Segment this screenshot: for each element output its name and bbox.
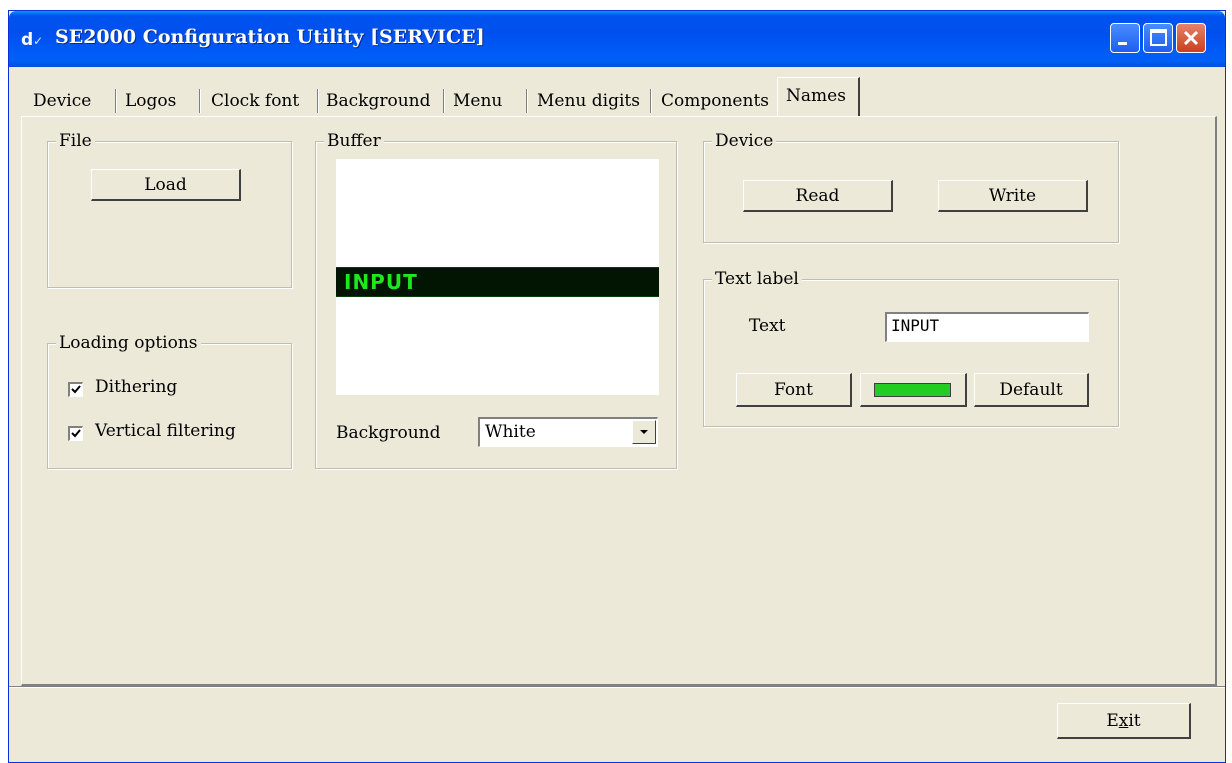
chevron-down-icon xyxy=(640,430,648,434)
close-icon xyxy=(1183,30,1199,46)
app-icon-letter: d xyxy=(21,30,34,50)
tab-strip: Device Logos Clock font Background Menu … xyxy=(23,75,1213,119)
buffer-group-label: Buffer xyxy=(324,131,384,151)
dithering-label[interactable]: Dithering xyxy=(95,377,177,397)
read-button[interactable]: Read xyxy=(743,180,893,212)
loading-options-label: Loading options xyxy=(56,333,201,353)
tab-separator xyxy=(199,89,201,113)
write-button[interactable]: Write xyxy=(938,180,1088,212)
vertical-filtering-checkbox[interactable] xyxy=(68,426,83,441)
minimize-icon xyxy=(1118,42,1127,45)
exit-button-prefix: E xyxy=(1106,710,1119,731)
checkmark-icon xyxy=(71,385,81,394)
footer-separator xyxy=(9,686,1225,688)
window-title: SE2000 Configuration Utility [SERVICE] xyxy=(55,26,485,48)
tab-logos[interactable]: Logos xyxy=(119,86,182,116)
tab-separator xyxy=(443,89,445,113)
text-label-group-label: Text label xyxy=(712,269,802,289)
load-button[interactable]: Load xyxy=(91,169,241,201)
background-label: Background xyxy=(336,423,441,443)
text-field-label: Text xyxy=(749,316,786,336)
buffer-preview: INPUT xyxy=(336,159,659,395)
app-icon-tick: ✓ xyxy=(33,34,44,48)
font-button[interactable]: Font xyxy=(736,373,852,407)
tab-names[interactable]: Names xyxy=(777,77,860,117)
exit-button[interactable]: Ex it xyxy=(1057,703,1191,739)
tab-separator xyxy=(650,89,652,113)
vertical-filtering-label[interactable]: Vertical filtering xyxy=(95,421,236,441)
tab-menu-digits[interactable]: Menu digits xyxy=(531,86,646,116)
color-swatch xyxy=(874,383,951,397)
tab-device[interactable]: Device xyxy=(27,86,97,116)
tab-components[interactable]: Components xyxy=(655,86,775,116)
device-group-label: Device xyxy=(712,131,777,151)
main-window: d✓ SE2000 Configuration Utility [SERVICE… xyxy=(8,10,1226,763)
default-button[interactable]: Default xyxy=(974,373,1089,407)
tab-background[interactable]: Background xyxy=(320,86,436,116)
text-input[interactable]: INPUT xyxy=(885,312,1089,342)
tab-clock-font[interactable]: Clock font xyxy=(205,86,305,116)
title-bar[interactable]: d✓ SE2000 Configuration Utility [SERVICE… xyxy=(9,11,1225,67)
file-group: File xyxy=(47,131,292,288)
exit-button-suffix: it xyxy=(1128,710,1141,731)
dropdown-button[interactable] xyxy=(632,420,656,444)
preview-name-strip: INPUT xyxy=(336,267,659,297)
tab-separator xyxy=(115,89,117,113)
tab-menu[interactable]: Menu xyxy=(447,86,508,116)
background-select-value: White xyxy=(485,422,536,442)
background-select[interactable]: White xyxy=(478,417,658,447)
dithering-checkbox[interactable] xyxy=(68,382,83,397)
close-button[interactable] xyxy=(1176,23,1206,53)
color-button[interactable] xyxy=(860,373,967,407)
loading-options-group: Loading options xyxy=(47,333,292,469)
maximize-button[interactable] xyxy=(1143,23,1173,53)
preview-name-text: INPUT xyxy=(344,270,418,294)
checkmark-icon xyxy=(71,429,81,438)
exit-button-mnemonic: x xyxy=(1118,710,1129,731)
maximize-icon xyxy=(1150,29,1167,46)
tab-separator xyxy=(526,89,528,113)
app-icon: d✓ xyxy=(21,29,47,51)
minimize-button[interactable] xyxy=(1110,23,1140,53)
tab-separator xyxy=(317,89,319,113)
file-group-label: File xyxy=(56,131,95,151)
